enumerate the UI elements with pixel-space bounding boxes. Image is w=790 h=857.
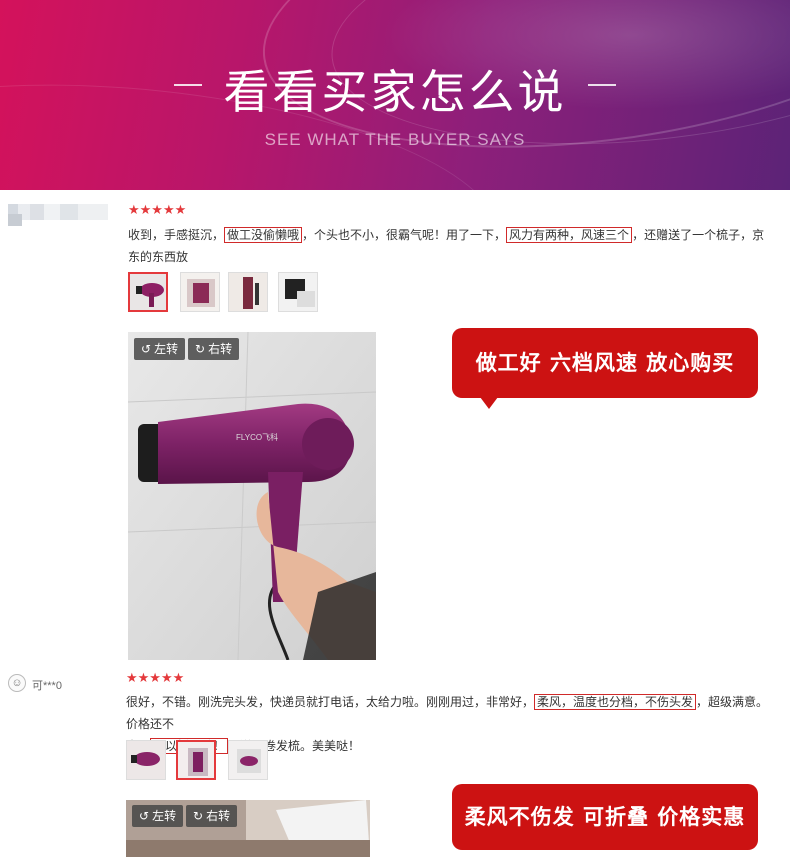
banner-title: 看看买家怎么说 xyxy=(223,65,567,119)
header-banner: 看看买家怎么说 SEE WHAT THE BUYER SAYS xyxy=(0,0,790,190)
rotate-right-button[interactable]: ↻ 右转 xyxy=(186,805,238,827)
review-thumbnail[interactable] xyxy=(126,740,166,780)
rotate-left-button[interactable]: ↺ 左转 xyxy=(134,338,186,360)
rotate-right-button[interactable]: ↻ 右转 xyxy=(188,338,240,360)
star-rating: ★★★★★ xyxy=(128,202,187,217)
highlight-box: 风力有两种，风速三个 xyxy=(506,227,633,243)
review-thumbnail[interactable] xyxy=(278,272,318,312)
banner-subtitle: SEE WHAT THE BUYER SAYS xyxy=(264,130,526,149)
review-thumbnail[interactable] xyxy=(128,272,168,312)
avatar xyxy=(8,214,22,226)
review-thumbnail[interactable] xyxy=(228,740,268,780)
highlight-box: 做工没偷懒哦 xyxy=(224,227,303,243)
username: 可***0 xyxy=(32,680,62,692)
review-photo[interactable]: ↺ 左转 ↻ 右转 xyxy=(126,800,370,857)
rotate-left-icon: ↺ xyxy=(141,342,152,356)
review-thumbnail[interactable] xyxy=(180,272,220,312)
avatar: ☺ xyxy=(8,674,26,692)
review-photo[interactable]: FLYCO飞科 ↺ 左转 ↻ 右转 xyxy=(128,332,376,660)
product-brand: FLYCO飞科 xyxy=(236,432,278,442)
feature-callout: 柔风不伤发 可折叠 价格实惠 xyxy=(452,784,758,850)
review-thumbnail[interactable] xyxy=(176,740,216,780)
highlight-box: 柔风，温度也分档，不伤头发 xyxy=(534,694,697,710)
review-text: 很好，不错。刚洗完头发，快递员就打电话，太给力啦。刚刚用过，非常好， 柔风，温度也… xyxy=(126,694,769,754)
callout-tail xyxy=(480,397,498,409)
avatar-username-blurred xyxy=(8,204,108,220)
star-rating: ★★★★★ xyxy=(126,670,185,685)
feature-callout: 做工好 六档风速 放心购买 xyxy=(452,328,758,398)
rotate-left-button[interactable]: ↺ 左转 xyxy=(132,805,184,827)
review-thumbnail[interactable] xyxy=(228,272,268,312)
rotate-left-icon: ↺ xyxy=(139,809,150,823)
review-text: 收到，手感挺沉， 做工没偷懒哦 ，个头也不小，很霸气呢！用了一下， 风力有两种，风速三… xyxy=(128,227,765,286)
rotate-right-icon: ↻ xyxy=(193,809,204,823)
rotate-right-icon: ↻ xyxy=(195,342,206,356)
